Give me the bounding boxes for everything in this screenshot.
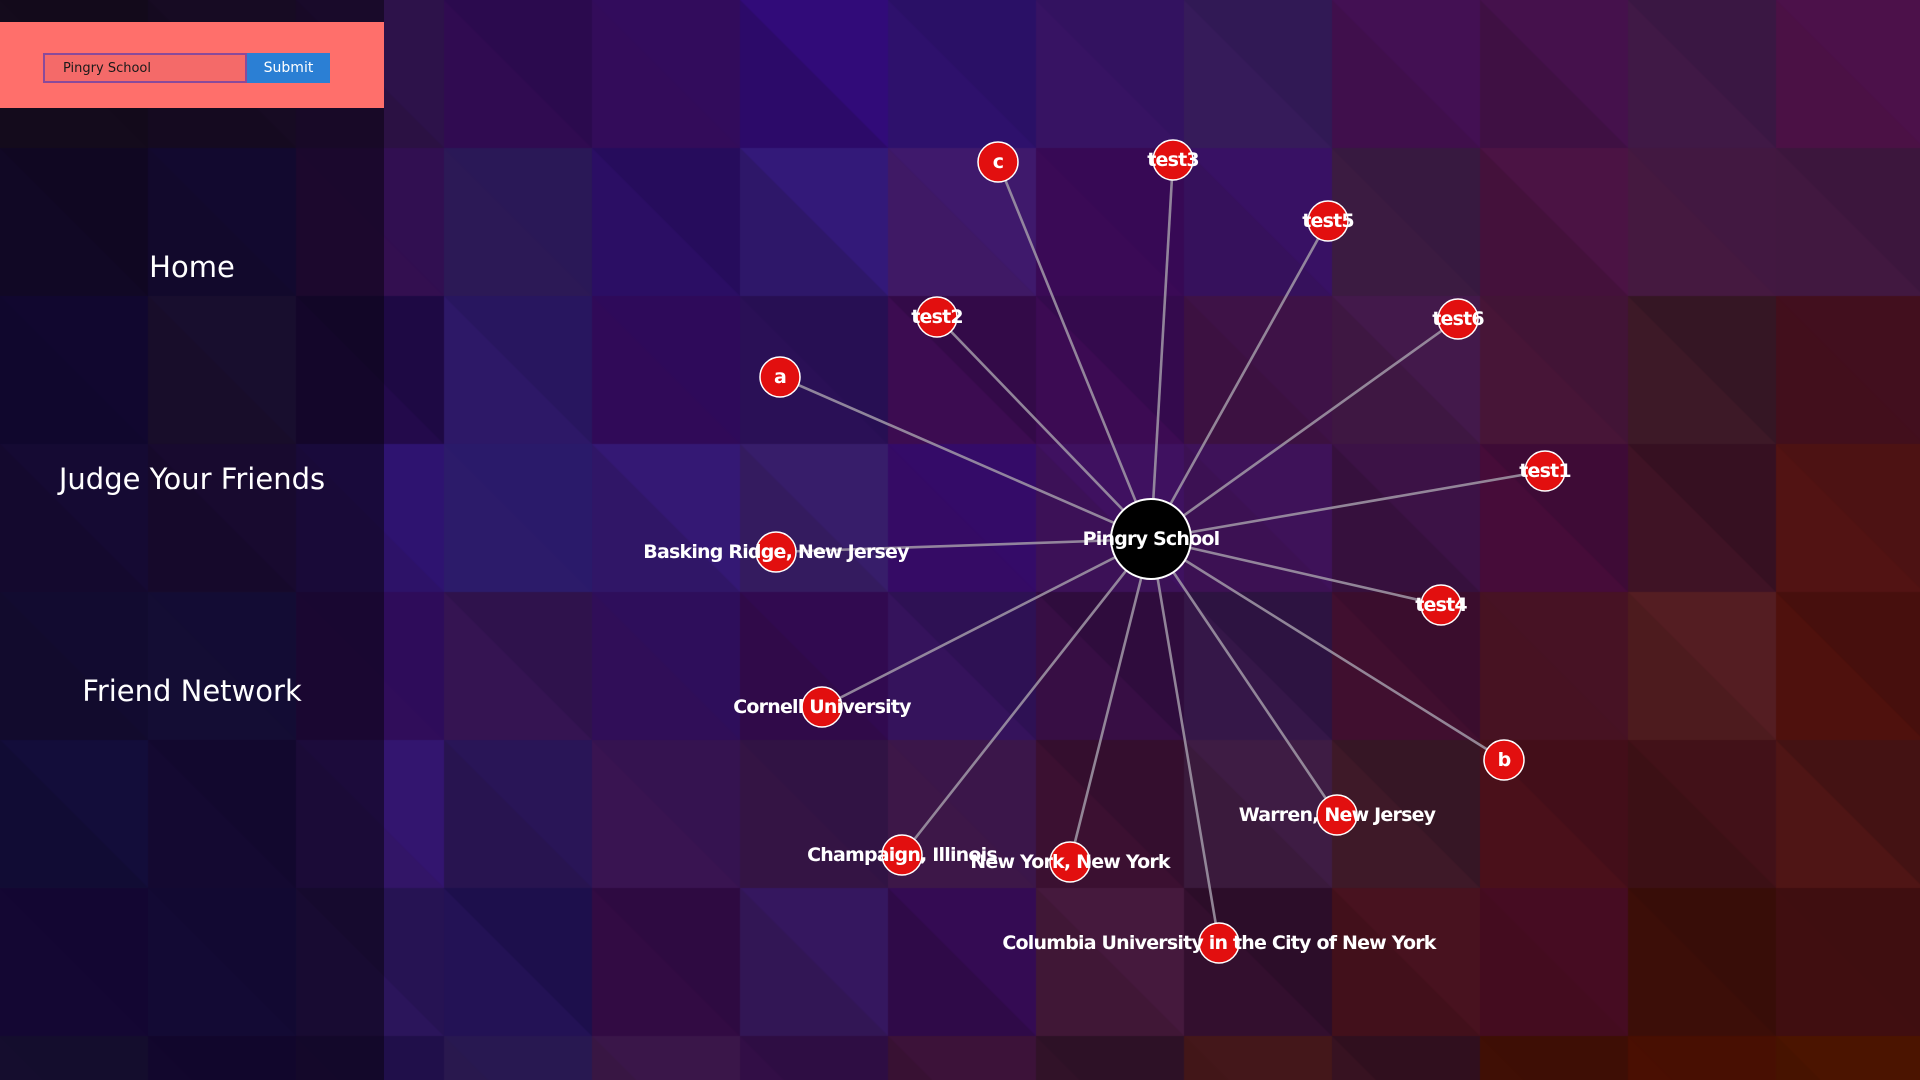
- node-warren[interactable]: [1316, 794, 1358, 836]
- edge-to-champaign: [900, 538, 1153, 856]
- node-columbia[interactable]: [1198, 922, 1240, 964]
- node-new-york[interactable]: [1049, 841, 1091, 883]
- node-test1[interactable]: [1524, 450, 1566, 492]
- edge-to-b: [1150, 537, 1505, 762]
- edge-to-test3: [1149, 159, 1175, 540]
- edge-to-test1: [1150, 469, 1546, 541]
- edge-to-test6: [1150, 317, 1459, 541]
- node-test4[interactable]: [1420, 584, 1462, 626]
- edge-to-test2: [936, 316, 1152, 540]
- node-test5[interactable]: [1307, 200, 1349, 242]
- edge-to-cornell: [821, 537, 1152, 709]
- center-node[interactable]: [1110, 498, 1192, 580]
- node-basking-ridge[interactable]: [755, 531, 797, 573]
- edge-to-warren: [1149, 538, 1339, 816]
- node-b[interactable]: [1483, 739, 1525, 781]
- node-test2[interactable]: [916, 296, 958, 338]
- friend-network-graph: c test3 test5 test2 test6 a test1 Baskin…: [643, 139, 1572, 964]
- node-test3[interactable]: [1152, 139, 1194, 181]
- node-c[interactable]: [977, 141, 1019, 183]
- graph-nodes: [755, 139, 1566, 964]
- edge-to-test4: [1150, 537, 1442, 607]
- edge-to-columbia: [1149, 538, 1221, 944]
- node-champaign[interactable]: [881, 834, 923, 876]
- edge-to-new-york: [1068, 538, 1153, 863]
- node-a[interactable]: [759, 356, 801, 398]
- node-test6[interactable]: [1437, 298, 1479, 340]
- edge-to-test5: [1149, 220, 1330, 540]
- edge-to-basking-ridge: [775, 537, 1152, 554]
- node-cornell[interactable]: [801, 686, 843, 728]
